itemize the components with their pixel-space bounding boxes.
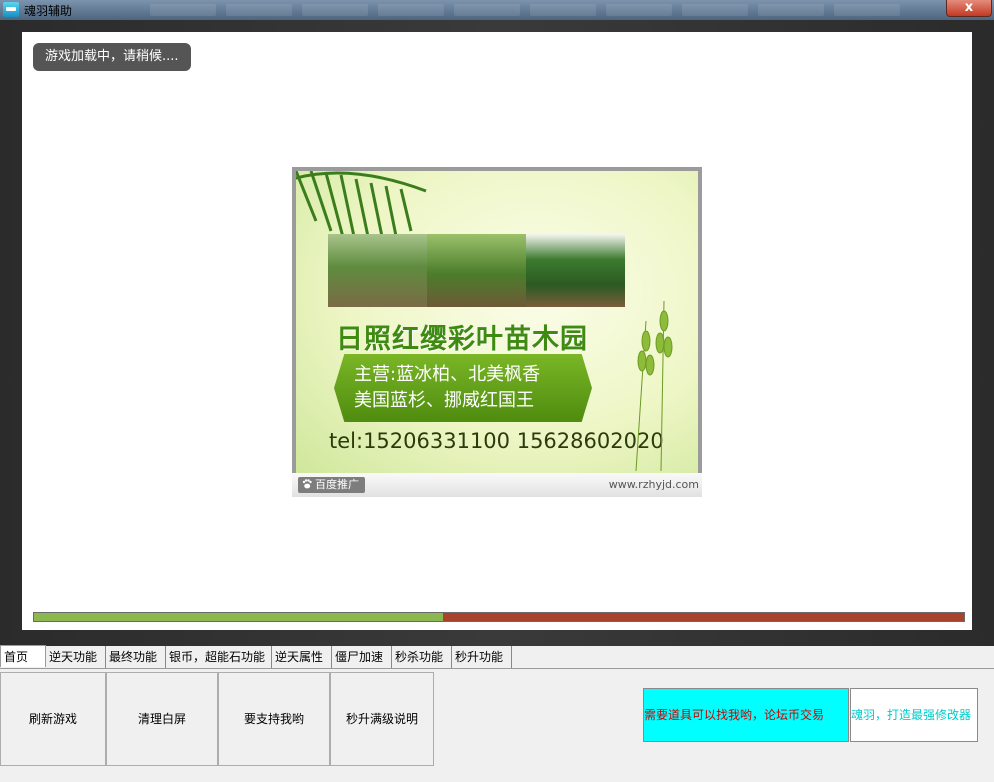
baidu-paw-icon (302, 479, 312, 489)
tab-instant-kill[interactable]: 秒杀功能 (392, 646, 452, 668)
ad-telephone: tel:15206331100 15628602020 (329, 429, 664, 453)
tab-zombie-speed[interactable]: 僵尸加速 (332, 646, 392, 668)
game-canvas[interactable]: 游戏加载中，请稍候.... 日照红缨彩叶苗木园 主营:蓝冰柏、北美枫香 美国蓝杉… (22, 32, 972, 630)
clear-white-screen-button[interactable]: 清理白屏 (106, 672, 218, 766)
tree-photo (526, 234, 625, 307)
tree-photo (427, 234, 526, 307)
ad-line-1: 主营:蓝冰柏、北美枫香 (354, 364, 541, 385)
trade-notice: 需要道具可以找我哟，论坛币交易 (643, 688, 849, 742)
slogan-text: 魂羽，打造最强修改器 (850, 688, 978, 742)
level-help-button[interactable]: 秒升满级说明 (330, 672, 434, 766)
tab-instant-level[interactable]: 秒升功能 (452, 646, 512, 668)
loading-toast: 游戏加载中，请稍候.... (33, 43, 191, 71)
ad-footer: 百度推广 www.rzhyjd.com (292, 473, 702, 497)
ad-image: 日照红缨彩叶苗木园 主营:蓝冰柏、北美枫香 美国蓝杉、挪威红国王 tel:152… (296, 171, 698, 473)
home-panel: 刷新游戏 清理白屏 要支持我哟 秒升满级说明 需要道具可以找我哟，论坛币交易 魂… (0, 668, 994, 782)
function-tabs: 首页 逆天功能 最终功能 银币，超能石功能 逆天属性 僵尸加速 秒杀功能 秒升功… (0, 645, 994, 668)
baidu-ad-label: 百度推广 (315, 478, 359, 491)
baidu-ad-tag[interactable]: 百度推广 (298, 477, 365, 493)
loading-progress-bar (33, 612, 965, 622)
ad-company-name: 日照红缨彩叶苗木园 (336, 324, 588, 355)
tab-silver-stone-functions[interactable]: 银币，超能石功能 (166, 646, 272, 668)
ad-line-2: 美国蓝杉、挪威红国王 (354, 390, 534, 411)
loading-progress-fill (34, 613, 444, 621)
support-button[interactable]: 要支持我哟 (218, 672, 330, 766)
window-title: 魂羽辅助 (24, 4, 73, 18)
background-taskbar (150, 4, 910, 18)
nursery-photos (328, 234, 625, 307)
ad-banner[interactable]: 日照红缨彩叶苗木园 主营:蓝冰柏、北美枫香 美国蓝杉、挪威红国王 tel:152… (292, 167, 702, 497)
title-bar: 魂羽辅助 x (0, 0, 994, 20)
tab-ultimate-functions[interactable]: 最终功能 (106, 646, 166, 668)
tab-home[interactable]: 首页 (0, 645, 46, 667)
app-icon (3, 2, 19, 17)
ad-url[interactable]: www.rzhyjd.com (609, 478, 699, 491)
tab-god-functions[interactable]: 逆天功能 (46, 646, 106, 668)
ad-ribbon: 主营:蓝冰柏、北美枫香 美国蓝杉、挪威红国王 (334, 354, 592, 422)
refresh-game-button[interactable]: 刷新游戏 (0, 672, 106, 766)
tab-god-attributes[interactable]: 逆天属性 (272, 646, 332, 668)
close-button[interactable]: x (946, 0, 992, 17)
wheat-icon (635, 300, 673, 471)
tree-photo (328, 234, 427, 307)
game-frame: 游戏加载中，请稍候.... 日照红缨彩叶苗木园 主营:蓝冰柏、北美枫香 美国蓝杉… (0, 20, 994, 646)
